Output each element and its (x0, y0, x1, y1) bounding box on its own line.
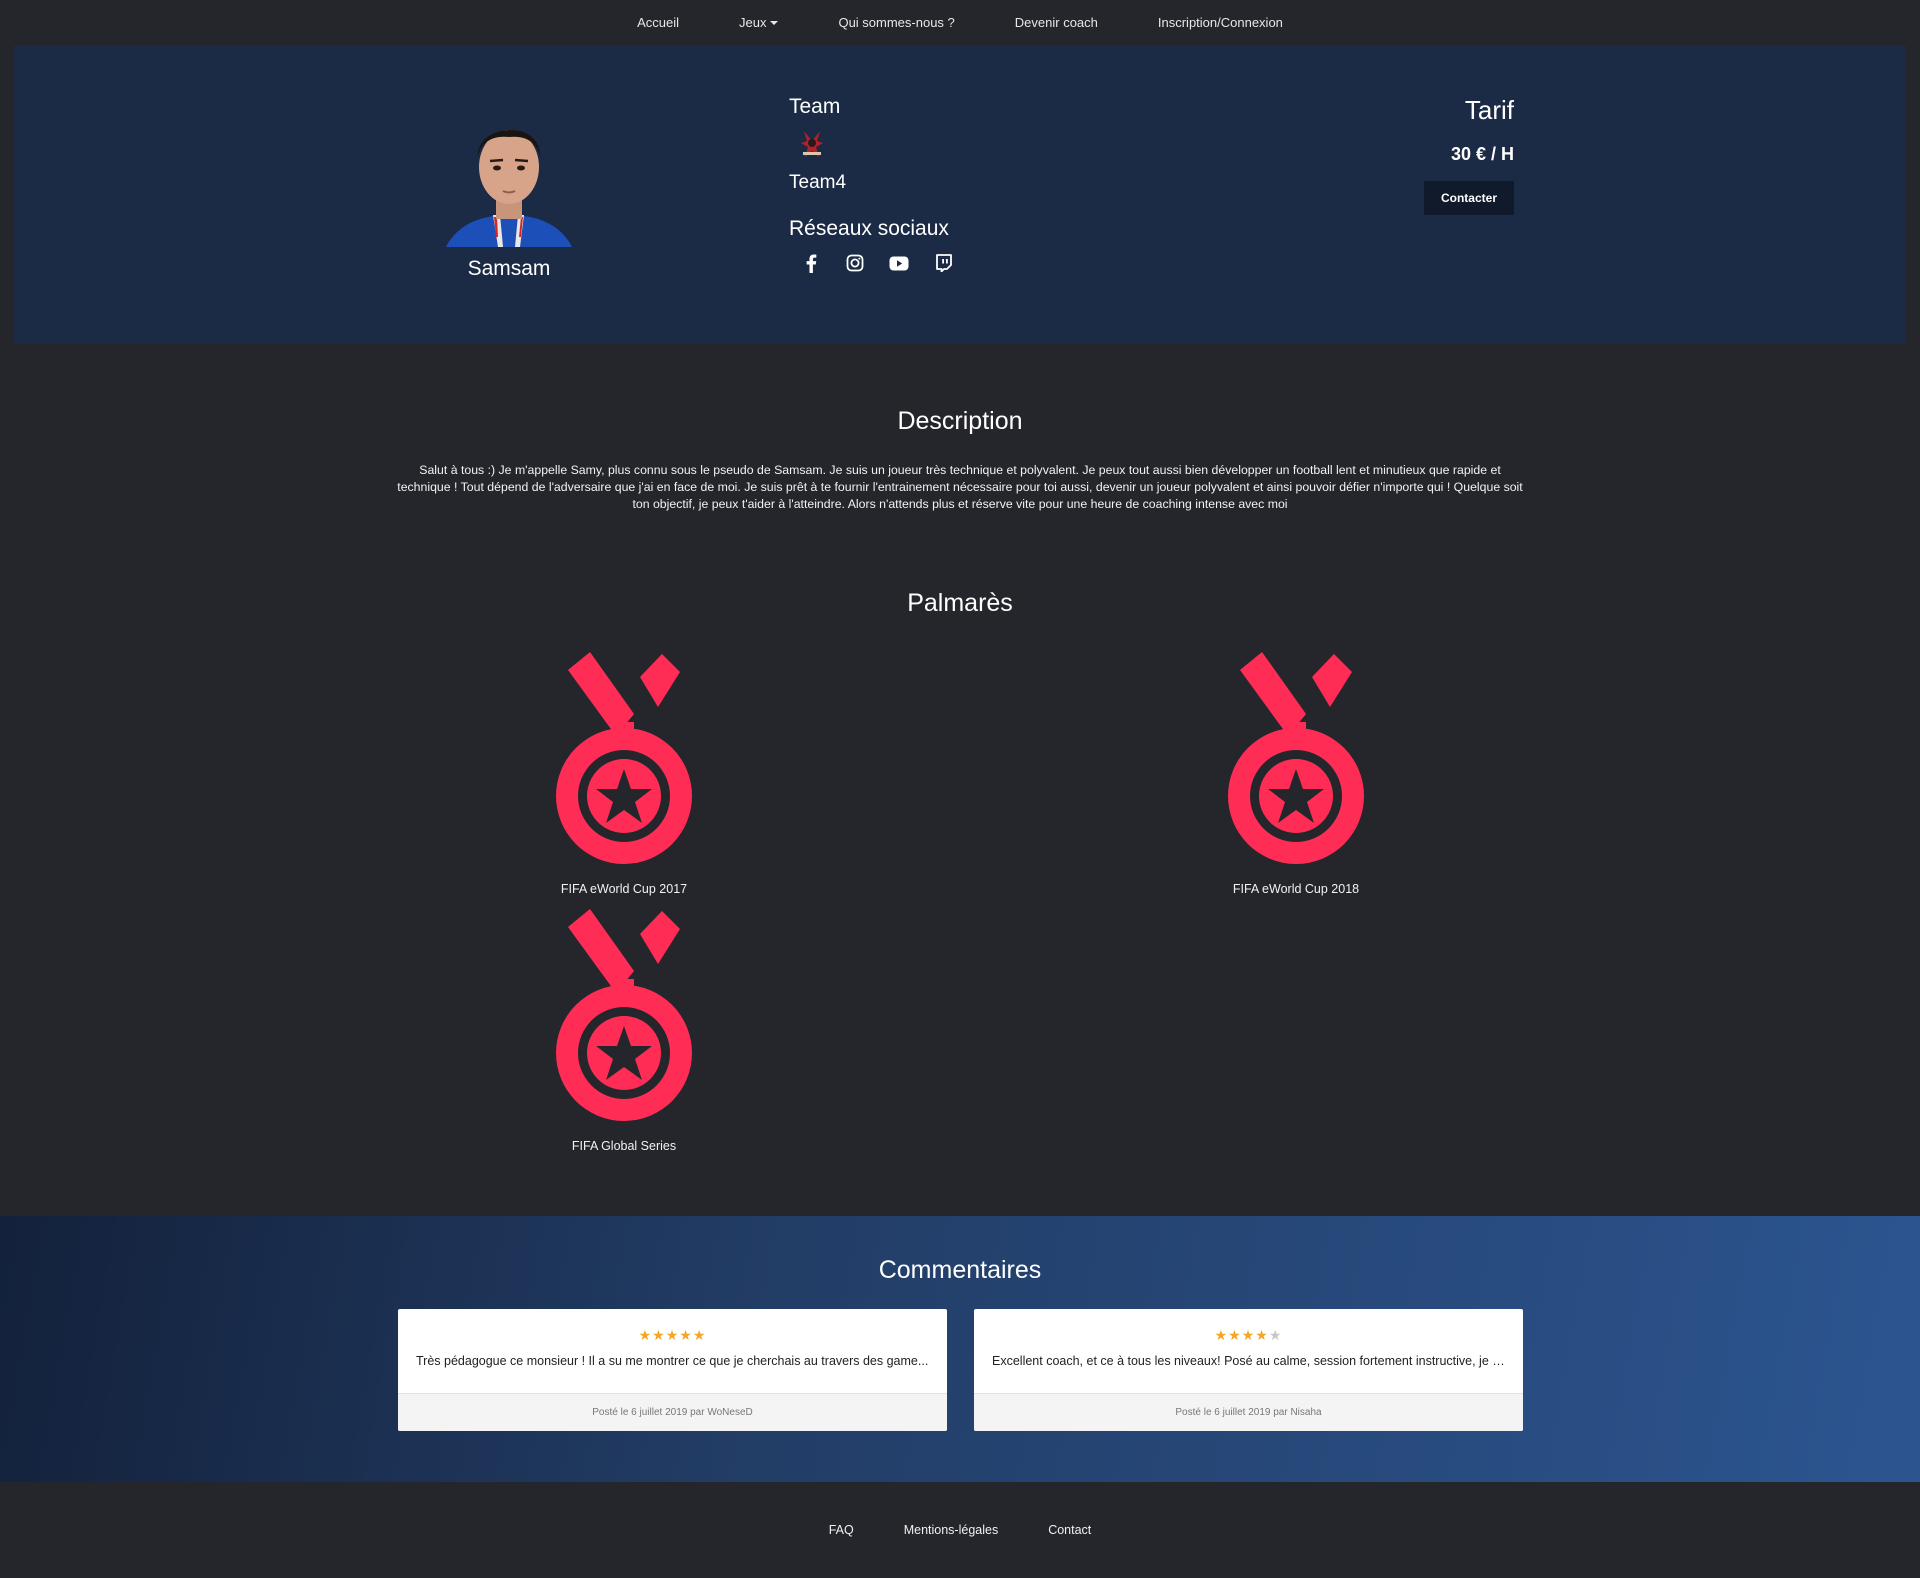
award-item: FIFA eWorld Cup 2017 (504, 652, 744, 896)
top-navbar: Accueil Jeux Qui sommes-nous ? Devenir c… (0, 0, 1920, 45)
comment-text: Excellent coach, et ce à tous les niveau… (992, 1354, 1505, 1368)
award-item: FIFA eWorld Cup 2018 (1176, 652, 1416, 896)
instagram-icon[interactable] (845, 253, 865, 273)
footer-mentions-legales-link[interactable]: Mentions-légales (904, 1523, 999, 1537)
comment-card: ★★★★★ Très pédagogue ce monsieur ! Il a … (398, 1309, 947, 1431)
nav-inscription-connexion[interactable]: Inscription/Connexion (1158, 15, 1283, 30)
star-icon: ★ (1241, 1327, 1256, 1343)
chevron-down-icon (770, 21, 779, 25)
social-heading: Réseaux sociaux (789, 217, 949, 240)
footer-faq-link[interactable]: FAQ (829, 1523, 854, 1537)
pricing-section: Tarif 30 € / H Contacter (1384, 95, 1514, 215)
page-footer: FAQ Mentions-légales Contact (0, 1482, 1920, 1578)
star-icon: ★ (665, 1327, 680, 1343)
star-icon: ★ (1255, 1327, 1269, 1343)
comment-meta: Posté le 6 juillet 2019 par WoNeseD (398, 1393, 947, 1431)
star-empty-icon: ★ (1268, 1327, 1283, 1343)
star-icon: ★ (1228, 1327, 1242, 1343)
team-section: Team Team4 Réseaux sociaux (789, 95, 1029, 273)
star-icon: ★ (692, 1327, 707, 1343)
medal-icon (1228, 652, 1364, 864)
comments-title: Commentaires (878, 1256, 1042, 1284)
team-name: Team4 (789, 172, 847, 193)
star-icon: ★ (679, 1327, 693, 1343)
contact-button[interactable]: Contacter (1423, 181, 1514, 215)
palmares-title: Palmarès (907, 589, 1013, 617)
comment-card: ★★★★★ Excellent coach, et ce à tous les … (974, 1309, 1523, 1431)
award-title: FIFA eWorld Cup 2018 (1232, 882, 1360, 896)
comments-section: Commentaires ★★★★★ Très pédagogue ce mon… (0, 1216, 1920, 1482)
nav-devenir-coach[interactable]: Devenir coach (1015, 15, 1098, 30)
twitch-icon[interactable] (933, 253, 953, 273)
description-text: Salut à tous :) Je m'appelle Samy, plus … (397, 463, 1523, 511)
rating-stars: ★★★★★ (974, 1327, 1523, 1344)
description-title: Description (897, 407, 1023, 435)
award-item: FIFA Global Series (504, 909, 744, 1153)
medal-icon (556, 909, 692, 1121)
nav-jeux-dropdown[interactable]: Jeux (738, 15, 779, 30)
coach-name: Samsam (467, 257, 551, 280)
star-icon: ★ (1214, 1327, 1229, 1343)
rating-stars: ★★★★★ (398, 1327, 947, 1344)
award-title: FIFA Global Series (571, 1139, 677, 1153)
avatar (446, 129, 572, 247)
star-icon: ★ (638, 1327, 653, 1343)
star-icon: ★ (652, 1327, 666, 1343)
hourly-price: 30 € / H (1450, 144, 1514, 164)
nav-qui-sommes-nous[interactable]: Qui sommes-nous ? (838, 15, 954, 30)
social-links (801, 253, 1029, 273)
nav-accueil[interactable]: Accueil (637, 15, 679, 30)
comment-text: Très pédagogue ce monsieur ! Il a su me … (416, 1354, 929, 1368)
coach-profile: Samsam (424, 105, 594, 295)
team-heading: Team (789, 95, 841, 118)
medal-icon (556, 652, 692, 864)
team-logo (801, 131, 823, 157)
nav-jeux-label: Jeux (738, 15, 767, 30)
award-title: FIFA eWorld Cup 2017 (560, 882, 688, 896)
youtube-icon[interactable] (889, 253, 909, 273)
coach-header: Samsam Team Team4 Réseaux sociaux Tarif … (14, 45, 1906, 344)
comment-meta: Posté le 6 juillet 2019 par Nisaha (974, 1393, 1523, 1431)
facebook-icon[interactable] (801, 253, 821, 273)
footer-contact-link[interactable]: Contact (1048, 1523, 1091, 1537)
tarif-heading: Tarif (1464, 95, 1514, 125)
